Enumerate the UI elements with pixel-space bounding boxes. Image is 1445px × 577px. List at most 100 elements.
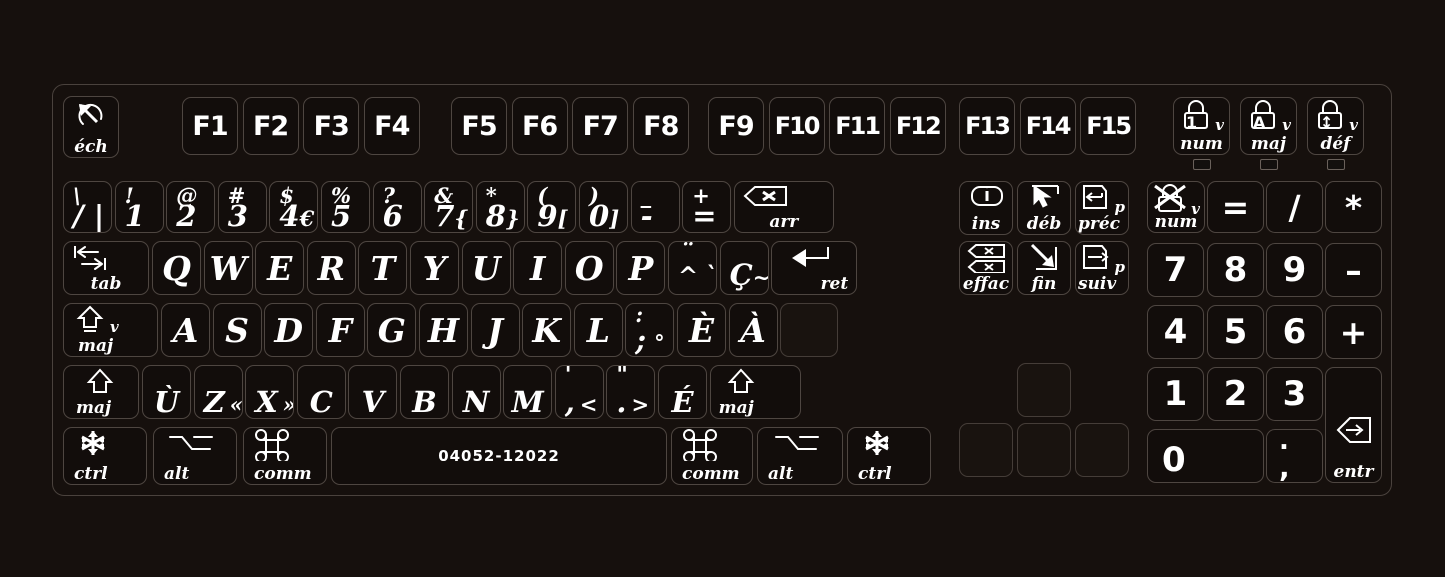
key-f14[interactable]: F14 — [1019, 97, 1076, 155]
key-e[interactable]: E — [255, 241, 305, 295]
key-k[interactable]: K — [522, 303, 572, 357]
key-arrow-down[interactable] — [1017, 423, 1071, 477]
key-num--[interactable]: _ - — [630, 181, 680, 233]
key-capslock[interactable]: v maj — [63, 303, 158, 357]
key-ctrl-left[interactable]: ctrl — [63, 427, 147, 485]
key-q[interactable]: Q — [152, 241, 201, 295]
key-num-0[interactable]: ) 0] — [579, 181, 628, 233]
key-é[interactable]: É — [658, 365, 707, 419]
key-tab[interactable]: tab — [63, 241, 149, 295]
key-ccedilla[interactable]: Ç~ — [719, 241, 769, 295]
key-num-/ |[interactable]: \ / | — [63, 181, 112, 233]
key-num-1[interactable]: ! 1 — [114, 181, 164, 233]
key-r[interactable]: R — [306, 241, 356, 295]
key-shift-left[interactable]: maj — [63, 365, 139, 419]
key-f5[interactable]: F5 — [451, 97, 507, 155]
key-numpad-divide[interactable]: / — [1266, 181, 1323, 233]
key-.[interactable]: ". > — [606, 365, 656, 419]
key-nav-p-préc[interactable]: pprécp préc — [1075, 181, 1129, 235]
key-num-9[interactable]: (9[ — [527, 181, 577, 233]
key-dead-accents[interactable]: ¨ ^ ` — [668, 241, 717, 295]
key-arrow-up[interactable] — [1017, 363, 1071, 417]
key-u[interactable]: U — [461, 241, 511, 295]
key-f11[interactable]: F11 — [829, 97, 886, 155]
key-n[interactable]: N — [451, 365, 501, 419]
key-numpad-4[interactable]: 4 — [1147, 305, 1204, 359]
key-c[interactable]: C — [296, 365, 346, 419]
key-numpad-5[interactable]: 5 — [1207, 305, 1264, 359]
key-f12[interactable]: F12 — [889, 97, 946, 155]
key-lock-déf[interactable]: ↕ v déf — [1307, 97, 1364, 155]
key-numpad-8[interactable]: 8 — [1207, 243, 1264, 297]
key-o[interactable]: O — [564, 241, 614, 295]
key-spacebar[interactable]: 04052-12022 — [331, 427, 667, 485]
key-s[interactable]: S — [212, 303, 262, 357]
key-accent-1[interactable]: À — [728, 303, 778, 357]
key-f[interactable]: F — [315, 303, 365, 357]
key-numpad-multiply[interactable]: * — [1325, 181, 1382, 233]
key-numpad-7[interactable]: 7 — [1147, 243, 1204, 297]
key-p[interactable]: P — [616, 241, 666, 295]
key-num-3[interactable]: #3 — [217, 181, 267, 233]
key-f8[interactable]: F8 — [632, 97, 689, 155]
key-l[interactable]: L — [573, 303, 623, 357]
key-return[interactable]: ret — [771, 241, 858, 295]
key-d[interactable]: D — [264, 303, 314, 357]
key-,[interactable]: ', < — [554, 365, 604, 419]
key-lock-maj[interactable]: Av maj — [1240, 97, 1297, 155]
key-num-2[interactable]: @2 — [166, 181, 216, 233]
key-numpad-enter[interactable]: entr — [1325, 367, 1382, 483]
key-g[interactable]: G — [367, 303, 417, 357]
key-backspace[interactable]: arr — [733, 181, 834, 233]
key-arrow-right[interactable] — [1075, 423, 1129, 477]
key-x[interactable]: X» — [245, 365, 295, 419]
key-f3[interactable]: F3 — [303, 97, 360, 155]
key-b[interactable]: B — [400, 365, 449, 419]
key-f10[interactable]: F10 — [768, 97, 825, 155]
key-numpad-3[interactable]: 3 — [1266, 367, 1323, 421]
key-numpad-decimal[interactable]: ., — [1266, 429, 1323, 483]
key-numpad-2[interactable]: 2 — [1207, 367, 1264, 421]
key-f1[interactable]: F1 — [182, 97, 238, 155]
key-ù[interactable]: Ù — [142, 365, 191, 419]
key-ctrl-right[interactable]: ctrl — [847, 427, 931, 485]
key-numpad-9[interactable]: 9 — [1266, 243, 1323, 297]
key-j[interactable]: J — [470, 303, 520, 357]
key-numpad-minus[interactable]: – — [1325, 243, 1382, 297]
key-nav-fin[interactable]: fin — [1017, 241, 1071, 295]
key-alt-right[interactable]: alt — [757, 427, 843, 485]
key-num-7[interactable]: & 7{ — [424, 181, 474, 233]
key-comm-right[interactable]: comm — [671, 427, 753, 485]
key-f7[interactable]: F7 — [572, 97, 629, 155]
key-f15[interactable]: F15 — [1080, 97, 1137, 155]
key-numlock-clear[interactable]: v num — [1147, 181, 1205, 233]
key-alt-left[interactable]: alt — [153, 427, 237, 485]
key-arrow-left[interactable] — [959, 423, 1013, 477]
key-semicolon[interactable]: :; ° — [625, 303, 675, 357]
key-a[interactable]: A — [161, 303, 210, 357]
key-num-4[interactable]: $4€ — [269, 181, 319, 233]
key-h[interactable]: H — [419, 303, 468, 357]
key-numpad-6[interactable]: 6 — [1266, 305, 1323, 359]
key-f2[interactable]: F2 — [242, 97, 299, 155]
key-numpad-plus[interactable]: + — [1325, 305, 1382, 359]
key-nav-effac[interactable]: effac — [959, 241, 1013, 295]
key-accent-0[interactable]: È — [677, 303, 726, 357]
key-z[interactable]: Z « — [193, 365, 243, 419]
key-w[interactable]: W — [203, 241, 253, 295]
key-m[interactable]: M — [503, 365, 553, 419]
key-num-6[interactable]: ? 6 — [372, 181, 422, 233]
key-nav-déb[interactable]: déb — [1017, 181, 1071, 235]
key-f9[interactable]: F9 — [708, 97, 764, 155]
key-f6[interactable]: F6 — [511, 97, 568, 155]
key-f4[interactable]: F4 — [363, 97, 420, 155]
key-numpad-zero[interactable]: 0 — [1147, 429, 1264, 483]
key-num-5[interactable]: % 5 — [321, 181, 370, 233]
key-lock-num[interactable]: 1 v num — [1173, 97, 1230, 155]
key-v[interactable]: V — [348, 365, 398, 419]
key-i[interactable]: I — [513, 241, 563, 295]
key-t[interactable]: T — [358, 241, 408, 295]
key-shift-right[interactable]: maj — [709, 365, 801, 419]
key-f13[interactable]: F13 — [959, 97, 1015, 155]
key-comm-left[interactable]: comm — [243, 427, 327, 485]
